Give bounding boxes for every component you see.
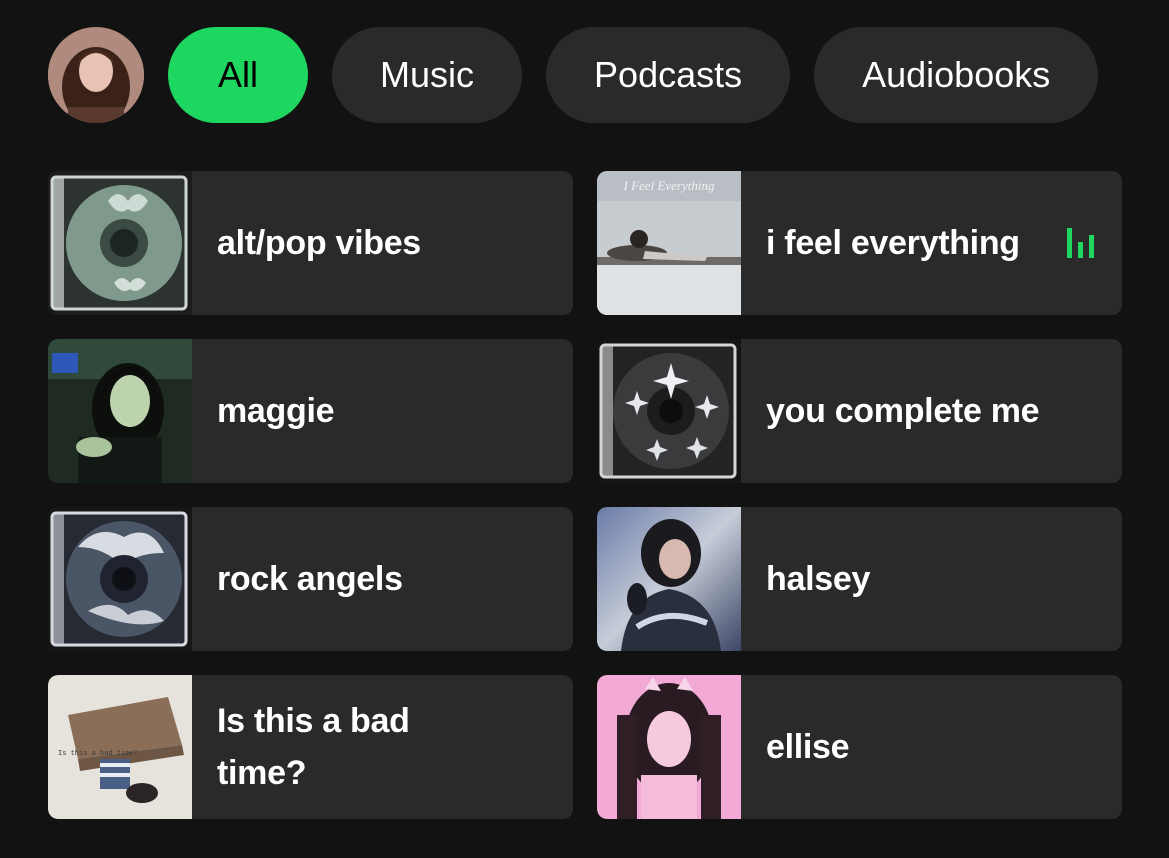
playlist-cover-image: [597, 339, 741, 483]
shortcut-tile[interactable]: I Feel Everything i feel everything: [597, 171, 1122, 315]
cover-text: I Feel Everything: [623, 178, 715, 193]
shortcut-tile[interactable]: alt/pop vibes: [48, 171, 573, 315]
tile-title: i feel everything: [766, 224, 1020, 262]
filter-chip-podcasts[interactable]: Podcasts: [546, 27, 791, 123]
filter-chip-audiobooks[interactable]: Audiobooks: [814, 27, 1099, 123]
shortcut-tile[interactable]: ellise: [597, 675, 1122, 819]
profile-avatar[interactable]: [48, 27, 144, 123]
now-playing-equalizer-icon: [1067, 228, 1094, 258]
filter-chip-music[interactable]: Music: [332, 27, 523, 123]
tile-title: maggie: [217, 392, 335, 430]
shortcut-tile[interactable]: halsey: [597, 507, 1122, 651]
tile-title: rock angels: [217, 560, 403, 598]
shortcut-tile[interactable]: Is this a bad time? Is this a bad time?: [48, 675, 573, 819]
playlist-cover-image: [48, 339, 192, 483]
filter-bar: All Music Podcasts Audiobooks: [48, 27, 1099, 123]
cover-text: Is this a bad time?: [58, 750, 138, 758]
playlist-cover-image: [48, 171, 192, 315]
playlist-cover-image: [48, 507, 192, 651]
filter-chip-all[interactable]: All: [168, 27, 309, 123]
tile-title: halsey: [766, 560, 871, 598]
artist-image: [597, 675, 741, 819]
album-cover-image: Is this a bad time?: [48, 675, 192, 819]
tile-title: you complete me: [766, 392, 1040, 430]
tile-title: Is this a bad time?: [217, 702, 410, 792]
shortcut-grid: alt/pop vibes I Feel Everything i feel e…: [48, 171, 1122, 819]
shortcut-tile[interactable]: you complete me: [597, 339, 1122, 483]
tile-title: alt/pop vibes: [217, 224, 421, 262]
album-cover-image: I Feel Everything: [597, 171, 741, 315]
artist-image: [597, 507, 741, 651]
shortcut-tile[interactable]: rock angels: [48, 507, 573, 651]
tile-title: ellise: [766, 728, 850, 766]
shortcut-tile[interactable]: maggie: [48, 339, 573, 483]
